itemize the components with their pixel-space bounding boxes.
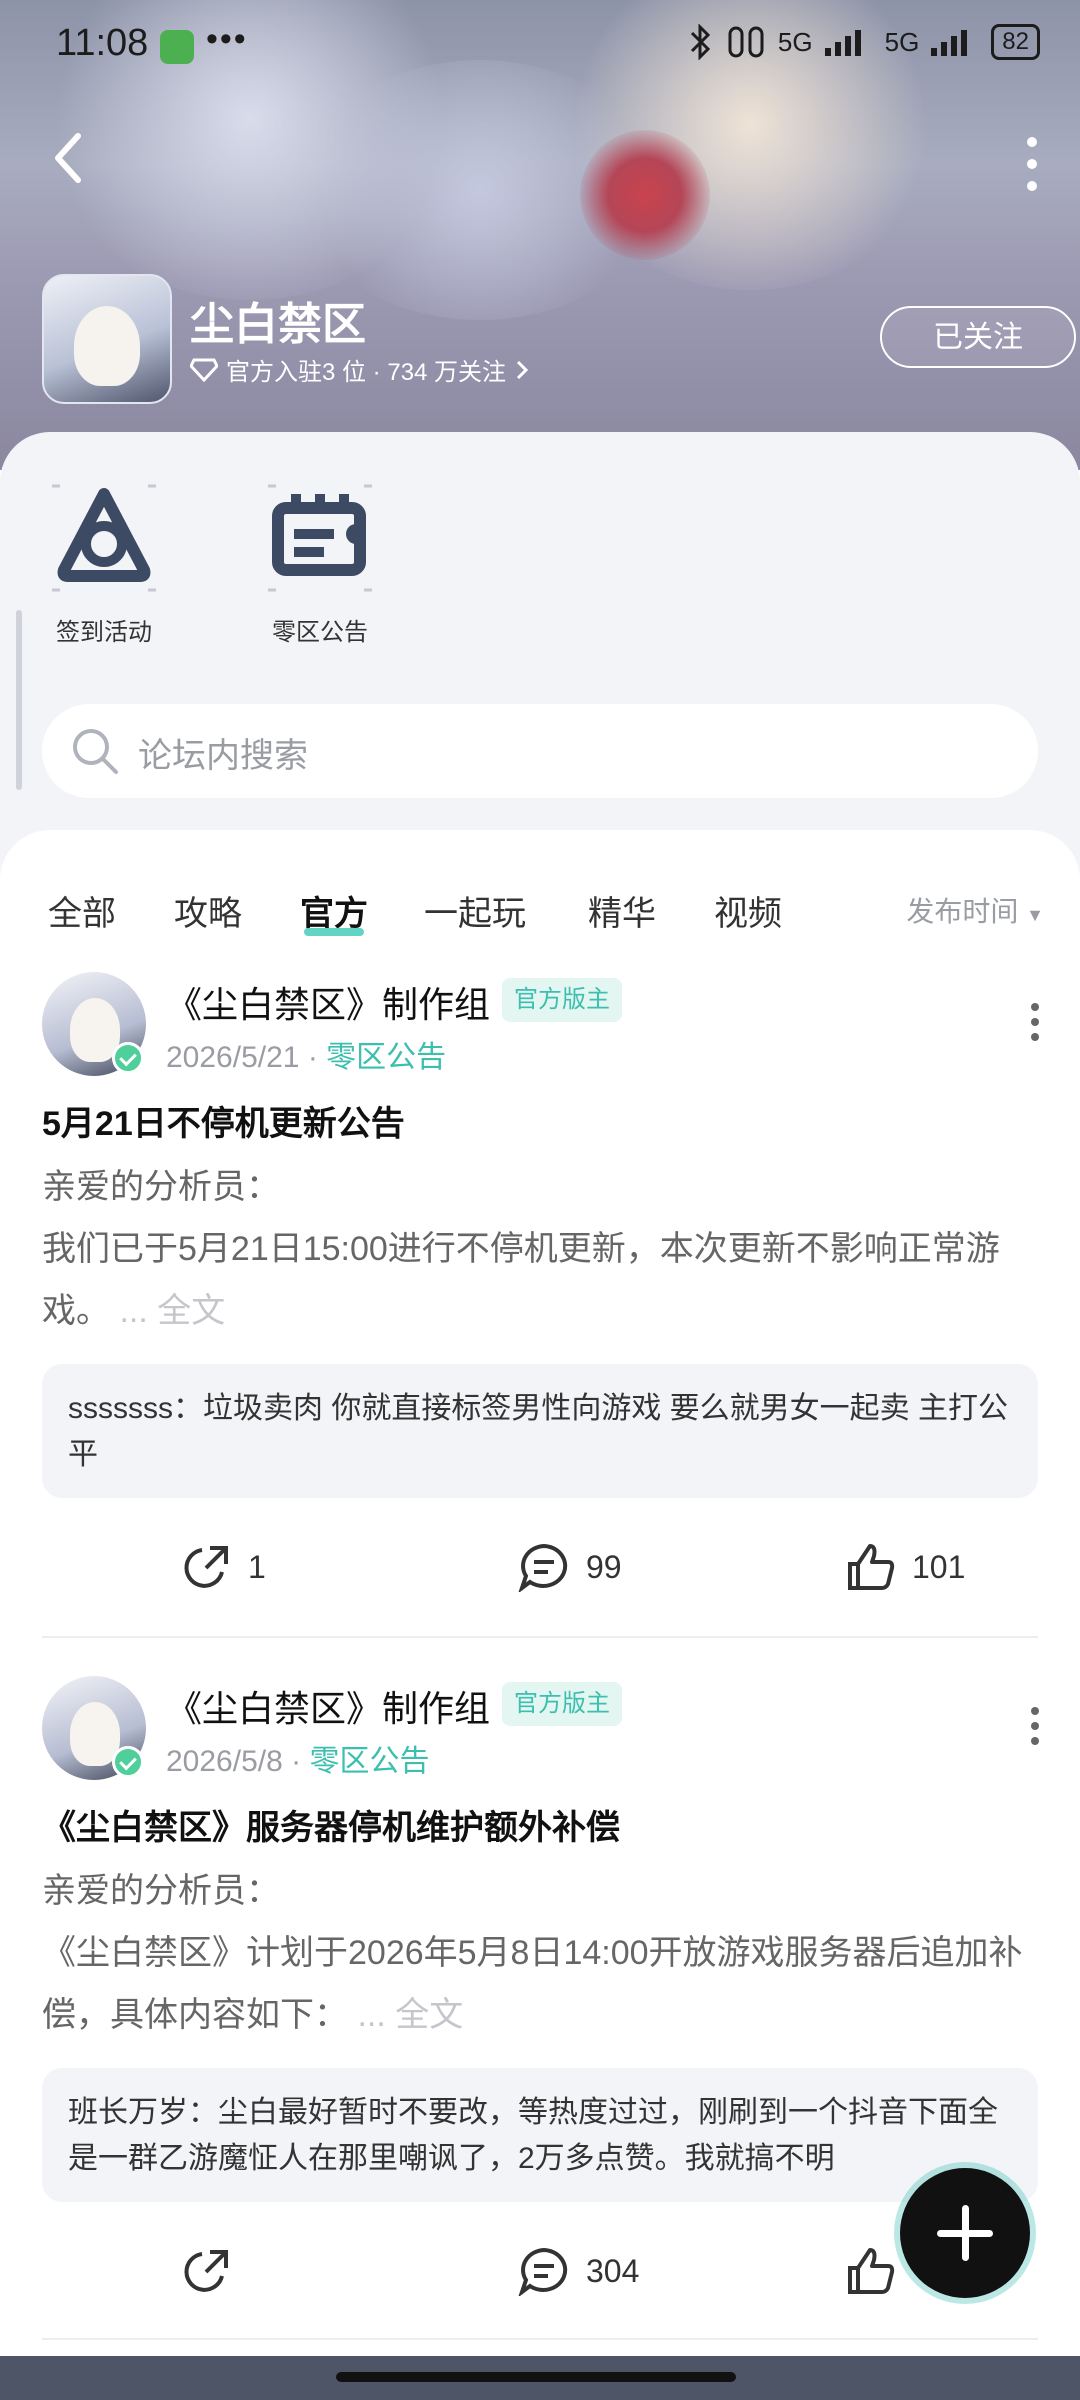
comment-button[interactable]: 99 [518, 1542, 622, 1592]
tab-guides[interactable]: 攻略 [174, 886, 242, 935]
comment-icon [518, 1543, 568, 1592]
author-name[interactable]: 《尘白禁区》制作组 [166, 1680, 490, 1732]
post-title[interactable]: 《尘白禁区》服务器停机维护额外补偿 [42, 1800, 620, 1849]
post-body-line: 《尘白禁区》计划于2026年5月8日14:00开放游戏服务器后追加补偿，具体内容… [42, 1934, 1023, 2034]
post-date: 2026/5/21 [166, 1041, 300, 1074]
share-count: 1 [248, 1548, 266, 1585]
post-date: 2026/5/8 [166, 1745, 283, 1778]
game-stats: 官方入驻3 位 · 734 万关注 [226, 359, 507, 386]
shortcut-label: 签到活动 [56, 619, 152, 646]
tab-featured[interactable]: 精华 [588, 886, 656, 935]
back-arrow-icon[interactable] [48, 128, 88, 188]
verified-badge-icon [112, 1042, 144, 1074]
thumbs-up-icon [848, 1544, 895, 1590]
top-comment[interactable]: sssssss：垃圾卖肉 你就直接标签男性向游戏 要么就男女一起卖 主打公平 [42, 1364, 1038, 1498]
chevron-right-icon [517, 360, 529, 379]
post-actions: 1 99 101 [0, 1542, 1080, 1602]
search-icon [73, 729, 118, 774]
more-vertical-icon[interactable] [1030, 1002, 1040, 1042]
search-bar[interactable]: 论坛内搜索 [42, 704, 1038, 798]
battery-icon: 82 [991, 24, 1040, 60]
author-name[interactable]: 《尘白禁区》制作组 [166, 976, 490, 1028]
filter-tabs: 全部 攻略 官方 一起玩 精华 视频 发布时间 ▼ [0, 860, 1080, 936]
create-post-button[interactable] [900, 2168, 1030, 2298]
more-vertical-icon[interactable] [1030, 1706, 1040, 1746]
thumbs-up-icon [848, 2248, 895, 2294]
signal-icon [824, 28, 873, 56]
more-vertical-icon[interactable] [1024, 134, 1040, 194]
status-time: 11:08 [56, 22, 149, 64]
signin-icon [44, 478, 164, 598]
post-category[interactable]: 零区公告 [309, 1745, 429, 1778]
game-avatar[interactable] [42, 274, 172, 404]
like-button[interactable] [846, 2246, 912, 2296]
share-button[interactable] [182, 2246, 248, 2296]
caret-down-icon: ▼ [1026, 905, 1044, 925]
tab-all[interactable]: 全部 [48, 886, 116, 935]
post-divider [42, 1636, 1038, 1638]
bluetooth-icon [690, 24, 711, 60]
post-body-line: 亲爱的分析员： [42, 1168, 280, 1206]
active-tab-indicator [304, 928, 364, 936]
sort-dropdown[interactable]: 发布时间 ▼ [906, 890, 1044, 930]
shortcut-label: 零区公告 [272, 619, 368, 646]
post-category[interactable]: 零区公告 [326, 1041, 446, 1074]
shortcut-announcement[interactable]: 零区公告 [230, 478, 410, 647]
post-title[interactable]: 5月21日不停机更新公告 [42, 1096, 405, 1145]
post-meta: 2026/5/21 · 零区公告 [166, 1041, 447, 1074]
post-body-line: 亲爱的分析员： [42, 1872, 280, 1910]
moderator-badge: 官方版主 [502, 1682, 622, 1726]
top-comment[interactable]: 班长万岁：尘白最好暂时不要改，等热度过过，刚刷到一个抖音下面全是一群乙游魔怔人在… [42, 2068, 1038, 2202]
game-subtitle[interactable]: 官方入驻3 位 · 734 万关注 [190, 352, 530, 387]
wechat-notification-icon [160, 30, 194, 64]
follow-button[interactable]: 已关注 [880, 306, 1076, 368]
read-more-link[interactable]: ... 全文 [119, 1292, 225, 1330]
comment-count: 304 [586, 2252, 640, 2289]
signal-icon-2 [931, 28, 979, 56]
game-title: 尘白禁区 [190, 300, 366, 349]
post-body[interactable]: 亲爱的分析员： 《尘白禁区》计划于2026年5月8日14:00开放游戏服务器后追… [42, 1860, 1042, 2046]
network-label-2: 5G [884, 26, 920, 57]
home-indicator[interactable] [336, 2372, 736, 2382]
share-button[interactable]: 1 [182, 1542, 266, 1592]
comment-button[interactable]: 304 [518, 2246, 639, 2296]
more-notifications-icon: ••• [206, 20, 248, 58]
announcement-icon [260, 478, 380, 598]
like-button[interactable]: 101 [846, 1542, 965, 1592]
network-label-1: 5G [777, 26, 813, 57]
tab-videos[interactable]: 视频 [714, 886, 782, 935]
sort-label: 发布时间 [906, 896, 1019, 927]
status-bar: 11:08 ••• 5G 5G 82 [0, 0, 1080, 90]
comment-icon [518, 2247, 568, 2296]
diamond-icon [190, 358, 218, 382]
moderator-badge: 官方版主 [502, 978, 622, 1022]
search-placeholder: 论坛内搜索 [138, 737, 308, 775]
shortcut-signin[interactable]: 签到活动 [14, 478, 194, 647]
share-icon [184, 2250, 228, 2292]
read-more-link[interactable]: ... 全文 [357, 1996, 463, 2034]
like-count: 101 [912, 1548, 966, 1585]
earbuds-icon [728, 26, 764, 58]
verified-badge-icon [112, 1746, 144, 1778]
tab-play-together[interactable]: 一起玩 [424, 886, 526, 935]
share-icon [184, 1546, 228, 1588]
status-icons: 5G 5G 82 [688, 24, 1040, 60]
post-divider [42, 2338, 1038, 2340]
comment-count: 99 [586, 1548, 622, 1585]
post-body[interactable]: 亲爱的分析员： 我们已于5月21日15:00进行不停机更新，本次更新不影响正常游… [42, 1156, 1042, 1342]
post-meta: 2026/5/8 · 零区公告 [166, 1745, 430, 1778]
